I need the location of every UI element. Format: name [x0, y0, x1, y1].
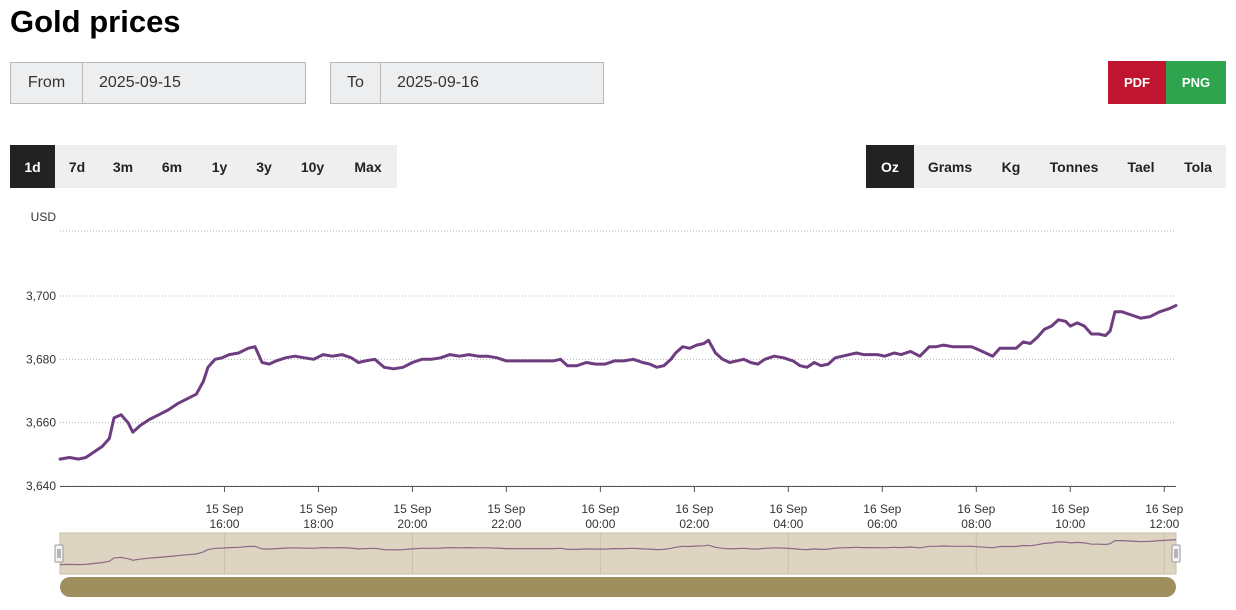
- x-tick-time-label: 02:00: [679, 517, 709, 531]
- x-tick-day-label: 16 Sep: [581, 502, 619, 516]
- from-date-group: From: [10, 62, 306, 104]
- navigator-right-handle[interactable]: [1171, 544, 1181, 563]
- y-tick-label: 3,700: [26, 289, 56, 303]
- x-tick-day-label: 15 Sep: [205, 502, 243, 516]
- x-tick-time-label: 04:00: [773, 517, 803, 531]
- x-tick-time-label: 18:00: [303, 517, 333, 531]
- period-button-10y[interactable]: 10y: [286, 145, 339, 188]
- x-tick-time-label: 00:00: [585, 517, 615, 531]
- unit-button-grams[interactable]: Grams: [914, 145, 986, 188]
- from-label: From: [11, 63, 83, 103]
- y-tick-label: 3,640: [26, 479, 56, 493]
- period-button-7d[interactable]: 7d: [55, 145, 99, 188]
- unit-button-tola[interactable]: Tola: [1170, 145, 1226, 188]
- x-tick-day-label: 16 Sep: [863, 502, 901, 516]
- from-date-input[interactable]: [83, 63, 305, 103]
- x-tick-time-label: 12:00: [1149, 517, 1179, 531]
- png-export-button[interactable]: PNG: [1166, 61, 1226, 104]
- x-tick-day-label: 16 Sep: [957, 502, 995, 516]
- y-axis-unit-label: USD: [31, 210, 57, 224]
- period-button-1y[interactable]: 1y: [197, 145, 242, 188]
- x-tick-day-label: 15 Sep: [299, 502, 337, 516]
- x-tick-time-label: 08:00: [961, 517, 991, 531]
- period-button-1d[interactable]: 1d: [10, 145, 55, 188]
- navigator-left-handle[interactable]: [54, 544, 64, 563]
- price-series-line: [58, 304, 1178, 461]
- navigator-background: [59, 532, 1177, 575]
- period-button-3m[interactable]: 3m: [99, 145, 147, 188]
- unit-button-tael[interactable]: Tael: [1112, 145, 1170, 188]
- unit-button-oz[interactable]: Oz: [866, 145, 914, 188]
- x-tick-day-label: 15 Sep: [393, 502, 431, 516]
- x-tick-time-label: 16:00: [209, 517, 239, 531]
- period-button-max[interactable]: Max: [339, 145, 397, 188]
- x-tick-day-label: 16 Sep: [1051, 502, 1089, 516]
- unit-button-kg[interactable]: Kg: [986, 145, 1036, 188]
- to-date-input[interactable]: [381, 63, 603, 103]
- unit-button-tonnes[interactable]: Tonnes: [1036, 145, 1112, 188]
- x-tick-day-label: 16 Sep: [675, 502, 713, 516]
- gold-price-chart: USD 3,6403,6603,6803,700 15 Sep16:0015 S…: [26, 210, 1184, 597]
- y-tick-label: 3,680: [26, 352, 56, 366]
- x-tick-time-label: 22:00: [491, 517, 521, 531]
- y-axis-ticks: 3,640 3,660 3,680 3,700: [26, 289, 56, 493]
- x-axis-ticks: 15 Sep16:0015 Sep18:0015 Sep20:0015 Sep2…: [60, 486, 1184, 531]
- pdf-export-button[interactable]: PDF: [1108, 61, 1166, 104]
- to-label: To: [331, 63, 381, 103]
- x-tick-time-label: 10:00: [1055, 517, 1085, 531]
- x-tick-day-label: 15 Sep: [487, 502, 525, 516]
- x-tick-day-label: 16 Sep: [1145, 502, 1183, 516]
- x-tick-time-label: 06:00: [867, 517, 897, 531]
- unit-selector: Oz Grams Kg Tonnes Tael Tola: [866, 145, 1226, 188]
- x-tick-time-label: 20:00: [397, 517, 427, 531]
- period-selector: 1d 7d 3m 6m 1y 3y 10y Max: [10, 145, 397, 188]
- x-tick-day-label: 16 Sep: [769, 502, 807, 516]
- to-date-group: To: [330, 62, 604, 104]
- y-tick-label: 3,660: [26, 416, 56, 430]
- grid-lines: [60, 230, 1176, 487]
- period-button-3y[interactable]: 3y: [242, 145, 286, 188]
- page-title: Gold prices: [10, 4, 181, 39]
- navigator-scrollbar[interactable]: [60, 577, 1176, 597]
- navigator: [54, 532, 1181, 597]
- period-button-6m[interactable]: 6m: [147, 145, 197, 188]
